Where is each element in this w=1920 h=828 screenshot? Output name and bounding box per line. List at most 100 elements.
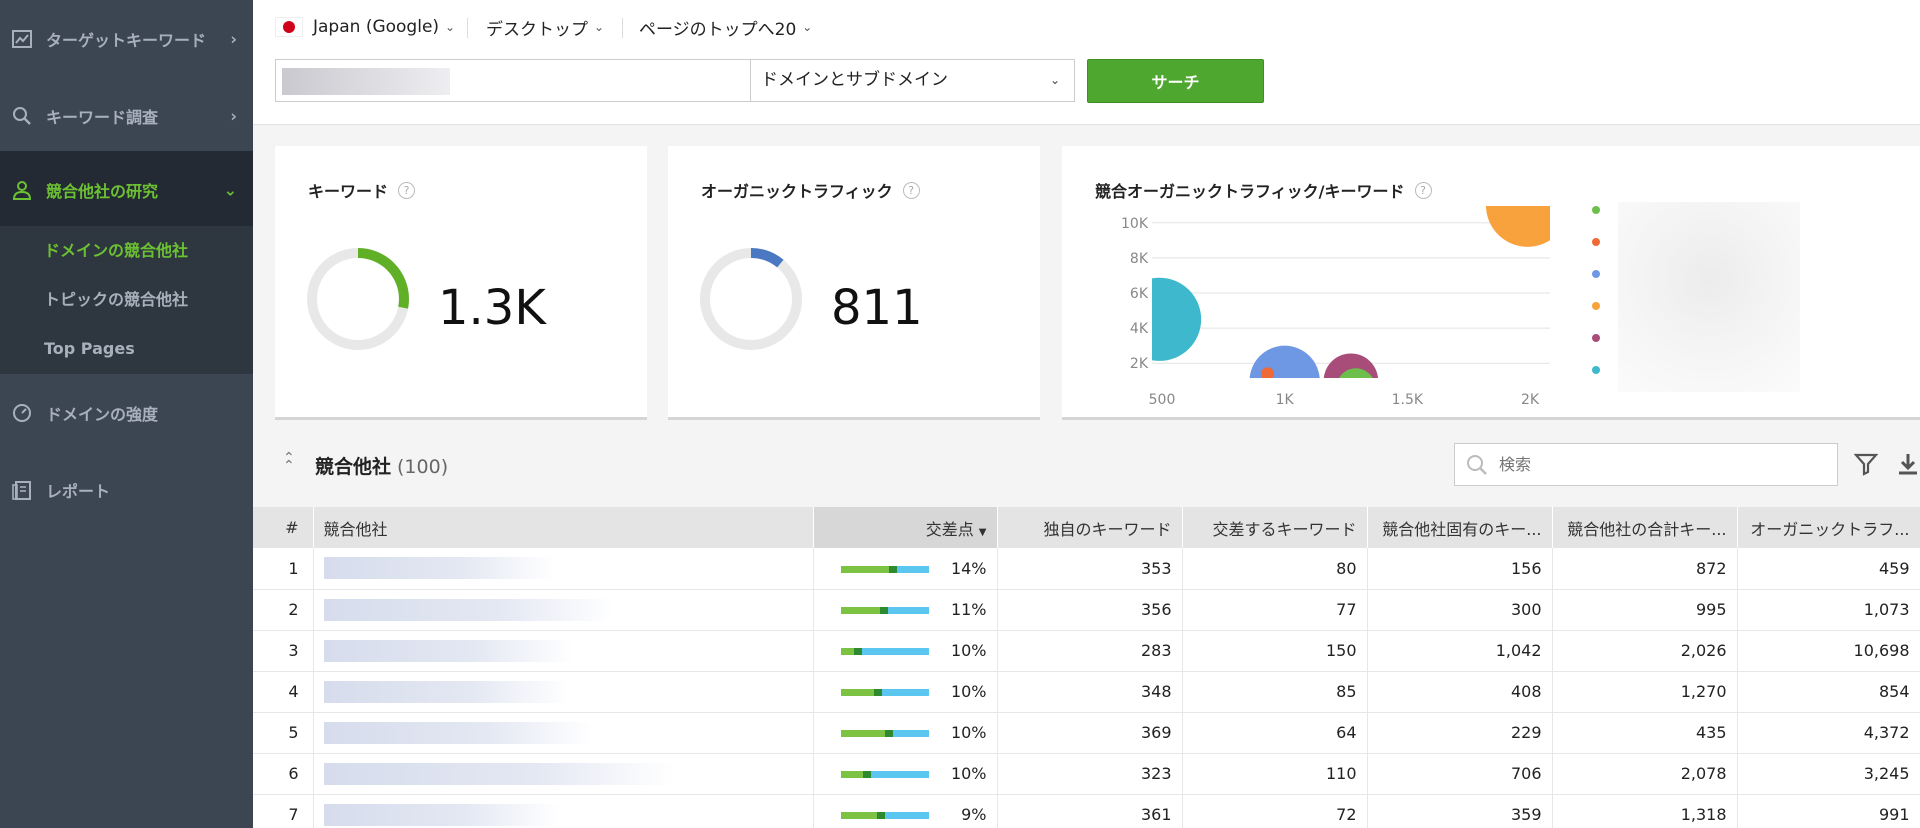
competitors-title: 競合他社 (100)	[315, 452, 448, 479]
table-row[interactable]: 4 10% 348 85 408 1,270 854	[253, 671, 1920, 713]
blurred-competitor-domain[interactable]	[323, 762, 674, 785]
sidebar-item-competitor-research[interactable]: 競合他社の研究 ⌄	[0, 151, 253, 228]
legend-dot	[1592, 366, 1600, 374]
bubble-point[interactable]	[1485, 164, 1562, 247]
table-search-input[interactable]	[1499, 444, 1819, 485]
gauge-icon	[10, 401, 34, 425]
intersection-bar	[840, 689, 929, 696]
cross-keywords-cell: 85	[1182, 671, 1368, 713]
col-organic-traffic[interactable]: オーガニックトラフ...	[1737, 507, 1920, 548]
device-dropdown[interactable]: デスクトップ ⌄	[486, 14, 604, 40]
table-row[interactable]: 7 9% 361 72 359 1,318 991	[253, 794, 1920, 828]
blurred-domain	[282, 68, 450, 95]
traffic-donut	[700, 248, 802, 350]
competitor-unique-cell: 1,042	[1367, 630, 1553, 672]
intersection-percent: 9%	[961, 805, 987, 824]
col-competitor-unique[interactable]: 競合他社固有のキー...	[1367, 507, 1553, 548]
sidebar-subitem-top-pages[interactable]: Top Pages	[0, 324, 253, 373]
search-icon	[1465, 453, 1489, 481]
search-button[interactable]: サーチ	[1087, 59, 1264, 103]
sidebar-item-domain-strength[interactable]: ドメインの強度	[0, 374, 253, 451]
row-index: 7	[253, 794, 314, 828]
organic-traffic-cell: 4,372	[1737, 712, 1920, 754]
col-cross-keywords[interactable]: 交差するキーワード	[1182, 507, 1368, 548]
legend-dot	[1592, 302, 1600, 310]
competitor-cell	[313, 630, 814, 672]
bubble-chart: 2K 4K 6K 8K 10K 500 1K 1.5K 2K	[1121, 164, 1562, 408]
bubble-point[interactable]	[1260, 367, 1274, 380]
sidebar-item-reports[interactable]: レポート	[0, 451, 253, 528]
table-row[interactable]: 2 11% 356 77 300 995 1,073	[253, 589, 1920, 631]
competitor-bubble-card: 競合オーガニックトラフィック/キーワード ? 2K 4K 6K 8K 10K 500 1K 1…	[1062, 146, 1920, 420]
unique-keywords-cell: 348	[997, 671, 1183, 713]
keywords-donut	[307, 248, 409, 350]
bubble-point[interactable]	[1323, 353, 1379, 408]
sidebar-subitem-domain-competitors[interactable]: ドメインの競合他社	[0, 226, 253, 275]
competitor-unique-cell: 408	[1367, 671, 1553, 713]
main-content: Japan (Google) ⌄ デスクトップ ⌄ ページのトップへ20 ⌄ ド…	[253, 0, 1920, 828]
intersection-percent: 10%	[950, 641, 987, 660]
competitors-count: (100)	[397, 456, 449, 478]
competitor-total-cell: 2,078	[1552, 753, 1738, 795]
position-dropdown[interactable]: ページのトップへ20 ⌄	[639, 14, 812, 40]
col-intersection[interactable]: 交差点 ▼	[813, 507, 998, 548]
intersection-bar	[840, 607, 929, 614]
section-title-text: 競合他社	[315, 456, 392, 478]
domain-input[interactable]	[275, 59, 753, 102]
row-index: 5	[253, 712, 314, 754]
sidebar-item-label: ターゲットキーワード	[46, 30, 207, 50]
row-index: 6	[253, 753, 314, 795]
intersection-cell: 14%	[813, 548, 998, 590]
competitor-cell	[313, 712, 814, 754]
table-row[interactable]: 1 14% 353 80 156 872 459	[253, 548, 1920, 590]
card-title-text: キーワード	[308, 182, 389, 201]
filter-icon[interactable]	[1853, 452, 1879, 480]
intersection-percent: 11%	[950, 600, 987, 619]
table-row[interactable]: 5 10% 369 64 229 435 4,372	[253, 712, 1920, 754]
legend-dot	[1592, 206, 1600, 214]
sidebar-item-keyword-research[interactable]: キーワード調査 ›	[0, 77, 253, 154]
col-index: #	[253, 507, 314, 548]
sidebar-item-target-keywords[interactable]: ターゲットキーワード ›	[0, 0, 253, 77]
bubble-point[interactable]	[1336, 368, 1375, 407]
chevron-down-icon: ⌄	[445, 20, 456, 34]
help-icon[interactable]: ?	[902, 181, 920, 199]
x-tick-label: 1.5K	[1392, 392, 1424, 408]
help-icon[interactable]: ?	[398, 181, 416, 199]
collapse-icon[interactable]: ⌃ ⌃	[283, 451, 295, 473]
unique-keywords-cell: 353	[997, 548, 1183, 590]
position-label: ページのトップへ20	[639, 19, 797, 40]
col-unique-keywords[interactable]: 独自のキーワード	[997, 507, 1183, 548]
table-row[interactable]: 6 10% 323 110 706 2,078 3,245	[253, 753, 1920, 795]
region-dropdown[interactable]: Japan (Google) ⌄	[275, 14, 455, 40]
intersection-bar	[840, 812, 929, 819]
blurred-competitor-domain[interactable]	[323, 721, 594, 744]
user-icon	[10, 178, 34, 202]
competitor-total-cell: 872	[1552, 548, 1738, 590]
sidebar-subitem-topic-competitors[interactable]: トピックの競合他社	[0, 275, 253, 324]
scope-label: ドメインとサブドメイン	[761, 70, 948, 90]
competitor-cell	[313, 794, 814, 828]
col-competitor-total[interactable]: 競合他社の合計キー...	[1552, 507, 1738, 548]
sort-desc-icon: ▼	[978, 526, 987, 538]
x-tick-label: 500	[1149, 392, 1176, 408]
blurred-competitor-domain[interactable]	[323, 557, 554, 580]
col-competitor[interactable]: 競合他社	[313, 507, 814, 548]
download-icon[interactable]	[1896, 452, 1920, 480]
organic-traffic-cell: 854	[1737, 671, 1920, 713]
traffic-card-title: オーガニックトラフィック ?	[701, 178, 920, 202]
competitor-cell	[313, 671, 814, 713]
competitor-total-cell: 1,318	[1552, 794, 1738, 828]
x-tick-label: 2K	[1521, 392, 1540, 408]
trend-chart-icon	[10, 27, 34, 51]
blurred-competitor-domain[interactable]	[323, 680, 569, 703]
table-search[interactable]	[1454, 443, 1838, 486]
blurred-competitor-domain[interactable]	[323, 639, 574, 662]
cross-keywords-cell: 80	[1182, 548, 1368, 590]
competitor-cell	[313, 753, 814, 795]
blurred-competitor-domain[interactable]	[323, 598, 614, 621]
blurred-competitor-domain[interactable]	[323, 803, 559, 826]
scope-select[interactable]: ドメインとサブドメイン ⌄	[750, 59, 1075, 102]
table-row[interactable]: 3 10% 283 150 1,042 2,026 10,698	[253, 630, 1920, 672]
competitor-unique-cell: 706	[1367, 753, 1553, 795]
